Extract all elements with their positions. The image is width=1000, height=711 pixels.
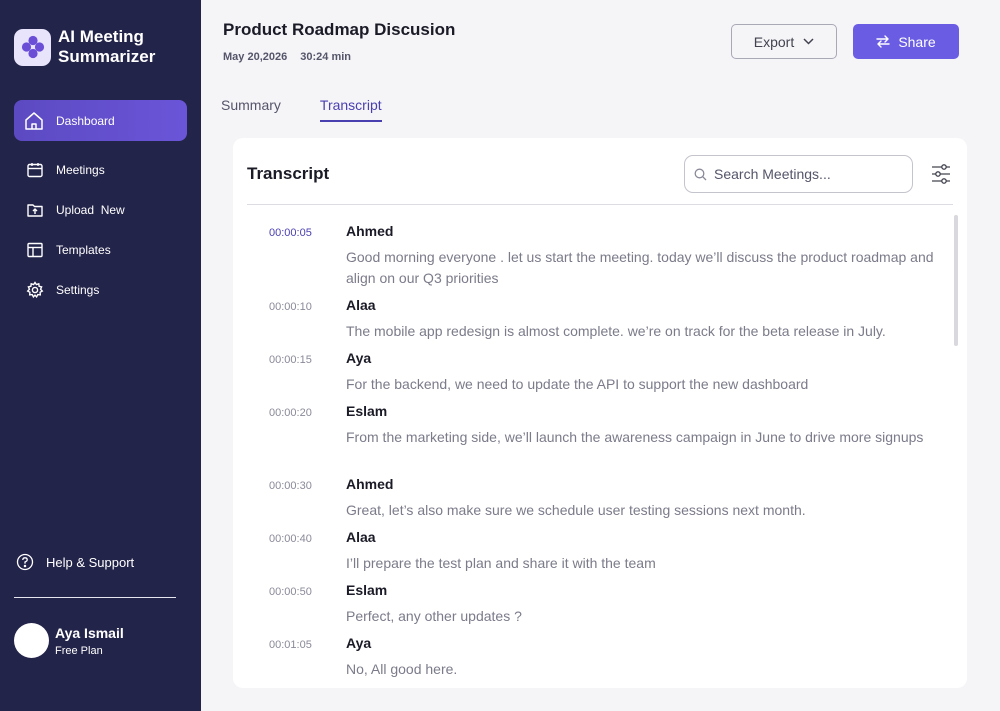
transcript-card: Transcript 00:00:05 Ahmed Good morning e… xyxy=(233,138,967,688)
speaker-name: Eslam xyxy=(346,582,388,598)
sidebar-item-label: Meetings xyxy=(56,163,105,177)
sidebar-item-upload-new[interactable]: Upload New xyxy=(14,190,187,230)
transcript-divider xyxy=(247,204,953,205)
filter-icon[interactable] xyxy=(930,162,952,186)
transcript-title: Transcript xyxy=(247,164,330,183)
sidebar-divider xyxy=(14,597,176,598)
help-label: Help & Support xyxy=(46,554,135,570)
help-icon xyxy=(16,553,34,571)
meeting-date: May 20,2026 xyxy=(223,51,288,63)
speaker-name: Ahmed xyxy=(346,476,394,492)
view-tabs: Summary Transcript xyxy=(221,97,382,122)
brand-logo-icon xyxy=(14,28,51,66)
share-label: Share xyxy=(898,33,936,50)
transcript-text: Perfect, any other updates ? xyxy=(346,608,522,624)
meeting-meta: May 20,2026 30:24 min xyxy=(223,51,351,63)
timestamp[interactable]: 00:00:30 xyxy=(269,480,312,492)
sidebar-nav: Dashboard Meetings Upload New Templates … xyxy=(14,100,187,310)
sidebar-item-dashboard[interactable]: Dashboard xyxy=(14,100,187,141)
transcript-text: Great, let’s also make sure we schedule … xyxy=(346,502,806,518)
search-input[interactable] xyxy=(714,166,894,182)
user-name: Aya Ismail xyxy=(55,624,124,641)
timestamp[interactable]: 00:00:10 xyxy=(269,301,312,313)
chevron-down-icon xyxy=(803,38,814,45)
tab-transcript[interactable]: Transcript xyxy=(319,97,382,122)
transcript-text: No, All good here. xyxy=(346,661,458,677)
share-icon xyxy=(876,35,891,48)
user-plan: Free Plan xyxy=(55,644,103,657)
share-button[interactable]: Share xyxy=(853,24,959,59)
search-box[interactable] xyxy=(684,155,913,193)
sidebar-item-label: Upload New xyxy=(56,203,125,217)
transcript-text: From the marketing side, we’ll launch th… xyxy=(346,429,924,445)
timestamp[interactable]: 00:01:05 xyxy=(269,639,312,651)
sidebar-item-label: Settings xyxy=(56,283,100,297)
tab-summary[interactable]: Summary xyxy=(221,97,281,122)
speaker-name: Aya xyxy=(346,635,372,651)
speaker-name: Ahmed xyxy=(346,223,394,239)
speaker-name: Alaa xyxy=(346,529,376,545)
home-icon xyxy=(23,110,45,132)
calendar-icon xyxy=(26,161,44,179)
meeting-duration: 30:24 min xyxy=(300,51,352,63)
transcript-scrollbar[interactable] xyxy=(954,215,958,346)
user-profile[interactable]: Aya Ismail Free Plan xyxy=(14,623,124,658)
export-button[interactable]: Export xyxy=(731,24,837,59)
sidebar-item-help-support[interactable]: Help & Support xyxy=(16,553,134,571)
timestamp[interactable]: 00:00:50 xyxy=(269,586,312,598)
speaker-name: Eslam xyxy=(346,403,388,419)
gear-icon xyxy=(26,281,44,299)
transcript-text: For the backend, we need to update the A… xyxy=(346,376,809,392)
page-title: Product Roadmap Discusion xyxy=(223,20,456,39)
export-label: Export xyxy=(753,33,795,50)
sidebar-item-meetings[interactable]: Meetings xyxy=(14,150,187,190)
speaker-name: Aya xyxy=(346,350,372,366)
transcript-text: Good morning everyone . let us start the… xyxy=(346,249,934,286)
sidebar: AI Meeting Summarizer Dashboard Meetings… xyxy=(0,0,201,711)
templates-icon xyxy=(26,241,44,259)
timestamp[interactable]: 00:00:40 xyxy=(269,533,312,545)
timestamp[interactable]: 00:00:15 xyxy=(269,354,312,366)
sidebar-item-label: Templates xyxy=(56,243,111,257)
sidebar-item-templates[interactable]: Templates xyxy=(14,230,187,270)
search-icon xyxy=(694,168,707,181)
timestamp[interactable]: 00:00:20 xyxy=(269,407,312,419)
brand-name: AI Meeting Summarizer xyxy=(58,27,155,67)
speaker-name: Alaa xyxy=(346,297,376,313)
avatar xyxy=(14,623,49,658)
timestamp[interactable]: 00:00:05 xyxy=(269,227,312,239)
transcript-text: The mobile app redesign is almost comple… xyxy=(346,323,886,339)
upload-icon xyxy=(26,201,44,219)
transcript-text: I’ll prepare the test plan and share it … xyxy=(346,555,656,571)
sidebar-item-settings[interactable]: Settings xyxy=(14,270,187,310)
brand-name-line2: Summarizer xyxy=(58,47,156,66)
sidebar-item-label: Dashboard xyxy=(56,113,115,128)
user-info: Aya Ismail Free Plan xyxy=(55,625,124,657)
brand-name-line1: AI Meeting xyxy=(58,27,144,46)
brand[interactable]: AI Meeting Summarizer xyxy=(14,27,155,67)
